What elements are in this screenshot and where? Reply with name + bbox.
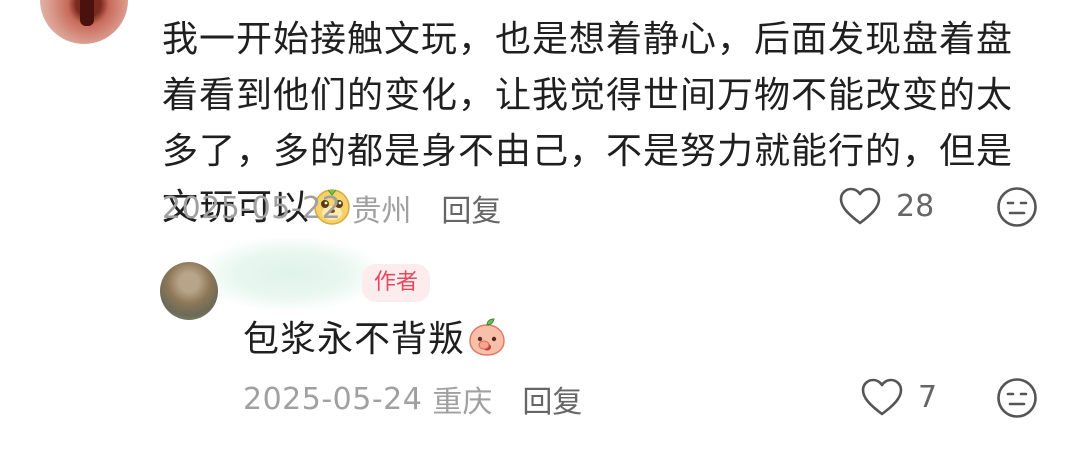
- reply-text: 包浆永不背叛: [243, 319, 466, 360]
- author-avatar[interactable]: [160, 262, 218, 320]
- comment-reply-button[interactable]: 回复: [441, 186, 501, 230]
- reply-like-button[interactable]: 7: [860, 377, 937, 417]
- peach-emoji: [469, 318, 505, 356]
- reply-meta: 2025-05-24 重庆 回复: [243, 377, 582, 421]
- reply-like-count: 7: [918, 379, 938, 415]
- comment-like-button[interactable]: 28: [838, 186, 934, 226]
- commenter-avatar[interactable]: [40, 0, 128, 44]
- heart-outline-icon: [861, 378, 903, 416]
- comment-date: 2025-05-22: [162, 190, 342, 226]
- heart-outline-icon: [839, 187, 881, 225]
- comment-meta: 2025-05-22 贵州 回复: [162, 186, 501, 230]
- comment-like-count: 28: [896, 188, 935, 224]
- blurred-username: [200, 238, 380, 310]
- neutral-face-icon[interactable]: [996, 377, 1038, 419]
- comment-location: 贵州: [351, 194, 412, 229]
- reply-body: 包浆永不背叛: [243, 315, 507, 365]
- neutral-face-icon[interactable]: [996, 186, 1038, 228]
- reply-location: 重庆: [432, 385, 493, 420]
- reply-date: 2025-05-24: [243, 381, 423, 417]
- author-badge: 作者: [362, 264, 431, 302]
- reply-reply-button[interactable]: 回复: [522, 377, 582, 421]
